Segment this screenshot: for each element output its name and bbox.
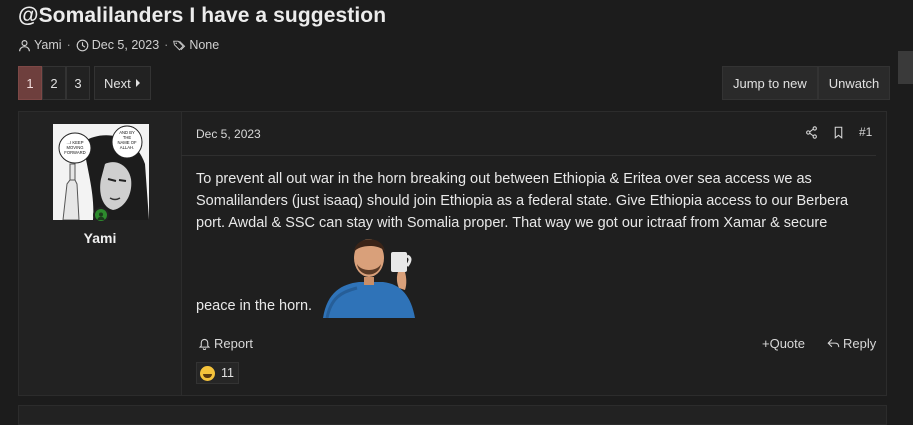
post: ...I KEEP MOVING FORWARD AND BY THE NAME OF A… (18, 111, 887, 396)
avatar-bubble-text: AND BY THE NAME OF ALLAH. (117, 130, 137, 150)
reaction-count: 11 (221, 366, 234, 380)
user-cell: ...I KEEP MOVING FORWARD AND BY THE NAME OF A… (19, 112, 182, 395)
bell-icon (198, 338, 211, 350)
man-with-mug-image (323, 239, 415, 319)
thread-meta: Yami · Dec 5, 2023 · None (18, 38, 219, 52)
meta-separator: · (164, 38, 169, 52)
user-icon (19, 39, 30, 51)
page-2-button[interactable]: 2 (42, 66, 66, 100)
report-button[interactable]: Report (198, 336, 253, 351)
reply-button[interactable]: Reply (827, 336, 876, 351)
post-username[interactable]: Yami (19, 230, 181, 246)
jump-to-new-button[interactable]: Jump to new (722, 66, 818, 100)
user-online-icon (97, 212, 105, 220)
post-number[interactable]: #1 (859, 125, 872, 139)
next-label: Next (104, 75, 131, 91)
unwatch-button[interactable]: Unwatch (817, 66, 891, 100)
meta-separator: · (66, 38, 71, 52)
thread-author[interactable]: Yami (34, 38, 62, 52)
thread-date[interactable]: Dec 5, 2023 (92, 38, 159, 52)
report-label: Report (214, 336, 254, 351)
laughing-emoji-icon (200, 365, 215, 381)
reactions-bar[interactable]: 11 (196, 362, 239, 384)
bookmark-icon[interactable] (832, 126, 845, 139)
avatar[interactable]: ...I KEEP MOVING FORWARD AND BY THE NAME OF A… (53, 124, 149, 220)
tags-icon (173, 40, 186, 50)
page-1-button[interactable]: 1 (18, 66, 42, 100)
next-post-preview (18, 405, 887, 425)
post-header-actions: #1 (805, 125, 872, 139)
reaction-gif (317, 232, 423, 319)
post-date[interactable]: Dec 5, 2023 (196, 127, 261, 141)
edge-panel (898, 51, 913, 84)
post-header-divider (181, 155, 876, 156)
quote-button[interactable]: +Quote (762, 336, 805, 351)
clock-icon (76, 39, 89, 51)
reply-arrow-icon (827, 339, 840, 348)
post-body: To prevent all out war in the horn break… (196, 171, 849, 231)
pagination: 1 2 3 Next (18, 66, 151, 100)
thread-title: @Somalilanders I have a suggestion (18, 4, 387, 27)
share-icon[interactable] (805, 125, 818, 139)
reply-label: Reply (843, 336, 877, 351)
caret-right-icon (135, 79, 140, 87)
thread-tags: None (189, 38, 220, 52)
quote-label: +Quote (762, 336, 806, 351)
thread-actions: Jump to new Unwatch (722, 66, 891, 100)
page-3-button[interactable]: 3 (66, 66, 90, 100)
post-body-end: peace in the horn. (196, 298, 313, 314)
next-page-button[interactable]: Next (94, 66, 151, 100)
avatar-bubble-text: ...I KEEP MOVING FORWARD (64, 140, 85, 155)
avatar-manga-art: ...I KEEP MOVING FORWARD AND BY THE NAME OF A… (53, 124, 149, 220)
online-status-indicator (93, 207, 109, 223)
